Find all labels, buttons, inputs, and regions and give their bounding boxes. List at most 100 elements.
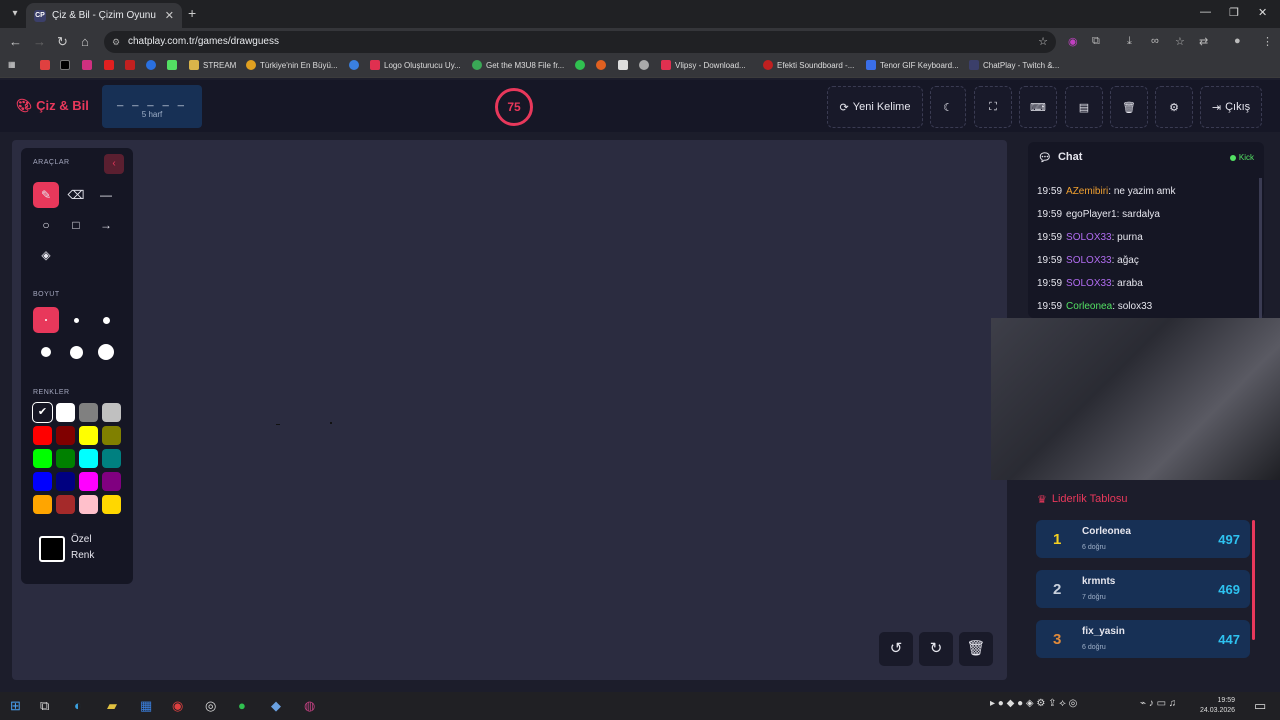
minimize-icon[interactable]: — <box>1200 6 1211 18</box>
color-swatch[interactable] <box>33 472 52 491</box>
tray-icons[interactable]: ▸ ● ◆ ● ◈ ⚙ ⇪ ⟡ ◎ <box>990 698 1077 709</box>
file-explorer-icon[interactable]: ▰ <box>107 698 117 714</box>
color-swatch[interactable] <box>33 495 52 514</box>
tab-active[interactable]: CP Çiz & Bil - Çizim Oyunu ✕ <box>26 3 182 28</box>
fill-tool[interactable]: ◈ <box>33 242 59 268</box>
brush-size-1[interactable] <box>33 307 59 333</box>
color-swatch[interactable] <box>33 449 52 468</box>
taskbar-clock[interactable]: 19:59 24.03.2026 <box>1200 696 1235 716</box>
bookmark-vlipsy[interactable]: Vlipsy - Download... <box>661 60 746 70</box>
clear-canvas-button[interactable]: 🗑︎ <box>959 632 993 666</box>
bookmark-star-icon[interactable]: ☆ <box>1038 31 1048 53</box>
archive-button[interactable]: ▤ <box>1065 86 1103 128</box>
brush-size-2[interactable] <box>63 307 89 333</box>
app-icon[interactable]: ◆ <box>271 698 281 714</box>
bookmark-icon-red[interactable] <box>125 60 135 70</box>
new-word-button[interactable]: ⟳ Yeni Kelime <box>827 86 923 128</box>
color-swatch[interactable] <box>56 426 75 445</box>
site-info-icon[interactable]: ⚙ <box>112 31 120 53</box>
message-user[interactable]: Corleonea <box>1066 301 1112 312</box>
brush-size-5[interactable] <box>63 339 89 365</box>
bookmark-icon-blue[interactable] <box>146 60 156 70</box>
color-swatch[interactable] <box>102 449 121 468</box>
leaderboard-scrollbar[interactable] <box>1252 520 1255 640</box>
bookmark-orange[interactable] <box>596 60 606 70</box>
color-swatch[interactable] <box>102 472 121 491</box>
undo-button[interactable]: ↺ <box>879 632 913 666</box>
favorites-icon[interactable]: ☆ <box>1175 35 1185 48</box>
line-tool[interactable]: — <box>93 182 119 208</box>
settings-button[interactable]: ⚙ <box>1155 86 1193 128</box>
maximize-icon[interactable]: ❐ <box>1229 6 1239 19</box>
browser-menu-icon[interactable]: ⋮ <box>1262 35 1273 48</box>
profile-avatar[interactable]: ● <box>1234 35 1241 47</box>
color-swatch[interactable] <box>56 403 75 422</box>
color-swatch[interactable] <box>56 472 75 491</box>
brush-size-4[interactable] <box>33 339 59 365</box>
extension-icon[interactable]: ◉ <box>1068 35 1078 48</box>
color-swatch[interactable] <box>79 472 98 491</box>
bookmark-stream[interactable]: STREAM <box>189 60 236 70</box>
color-swatch[interactable] <box>56 495 75 514</box>
bookmark-blank[interactable] <box>349 60 359 70</box>
brush-size-6[interactable] <box>93 339 119 365</box>
tab-close-icon[interactable]: ✕ <box>165 9 174 22</box>
bookmark-m3u8[interactable]: Get the M3U8 File fr... <box>472 60 564 70</box>
chrome-icon[interactable]: ◉ <box>172 698 183 714</box>
redo-button[interactable]: ↻ <box>919 632 953 666</box>
link-icon[interactable]: ∞ <box>1151 35 1159 47</box>
extensions-puzzle-icon[interactable]: ⧉ <box>1092 35 1100 48</box>
bookmark-white[interactable] <box>618 60 628 70</box>
circle-tool[interactable]: ○ <box>33 212 59 238</box>
arrow-tool[interactable]: → <box>93 212 119 238</box>
gmail-icon[interactable] <box>40 60 50 70</box>
message-user[interactable]: AZemibiri <box>1066 186 1108 197</box>
spotify-icon[interactable]: ● <box>238 698 246 713</box>
discord-icon[interactable]: ◍ <box>304 698 315 714</box>
bookmark-tenor[interactable]: Tenor GIF Keyboard... <box>866 60 959 70</box>
message-user[interactable]: SOLOX33 <box>1066 255 1112 266</box>
app-logo[interactable]: 🎨︎ Çiz & Bil <box>16 98 89 114</box>
exit-button[interactable]: ⇥ Çıkış <box>1200 86 1262 128</box>
color-swatch[interactable] <box>79 495 98 514</box>
notification-icon[interactable]: ▭ <box>1254 698 1266 714</box>
color-swatch[interactable] <box>102 426 121 445</box>
apps-grid-icon[interactable]: ▦ <box>8 60 16 69</box>
tray-status-icons[interactable]: ⌁ ♪ ▭ ♫ <box>1140 698 1176 709</box>
drawing-canvas[interactable] <box>12 140 1007 680</box>
bookmark-gray[interactable] <box>639 60 649 70</box>
translate-icon[interactable]: ⇄ <box>1199 35 1208 48</box>
youtube-icon[interactable] <box>104 60 114 70</box>
color-swatch[interactable] <box>33 426 52 445</box>
new-tab-icon[interactable]: + <box>188 5 196 21</box>
collapse-panel-button[interactable]: ‹ <box>104 154 124 174</box>
fullscreen-button[interactable]: ⛶ <box>974 86 1012 128</box>
home-icon[interactable]: ⌂ <box>81 34 89 49</box>
chat-scrollbar[interactable] <box>1259 178 1262 318</box>
keyboard-button[interactable]: ⌨ <box>1019 86 1057 128</box>
bookmark-efekti[interactable]: Efekti Soundboard -... <box>763 60 854 70</box>
tab-search-icon[interactable]: ▾ <box>6 5 24 23</box>
message-user[interactable]: egoPlayer1 <box>1066 209 1117 220</box>
bookmark-chatplay[interactable]: ChatPlay - Twitch &... <box>969 60 1059 70</box>
forward-icon[interactable]: → <box>33 34 46 49</box>
task-view-icon[interactable]: ⧉ <box>40 698 49 714</box>
message-user[interactable]: SOLOX33 <box>1066 232 1112 243</box>
theme-toggle-button[interactable]: ☾ <box>930 86 966 128</box>
color-swatch[interactable] <box>79 449 98 468</box>
color-swatch[interactable] <box>102 403 121 422</box>
color-swatch[interactable] <box>79 426 98 445</box>
pen-tool[interactable]: ✎ <box>33 182 59 208</box>
store-icon[interactable]: ▦ <box>140 698 152 714</box>
download-icon[interactable]: ⤓ <box>1127 35 1132 48</box>
whatsapp-icon[interactable] <box>575 60 585 70</box>
color-swatch[interactable]: ✔ <box>32 402 53 423</box>
kick-icon[interactable] <box>167 60 177 70</box>
window-close-icon[interactable]: ✕ <box>1258 6 1267 19</box>
color-swatch[interactable] <box>102 495 121 514</box>
obs-icon[interactable]: ◎ <box>205 698 216 714</box>
color-swatch[interactable] <box>56 449 75 468</box>
message-user[interactable]: SOLOX33 <box>1066 278 1112 289</box>
edge-icon[interactable]: ◐ <box>74 698 82 713</box>
url-field[interactable]: ⚙ chatplay.com.tr/games/drawguess ☆ <box>104 31 1056 53</box>
